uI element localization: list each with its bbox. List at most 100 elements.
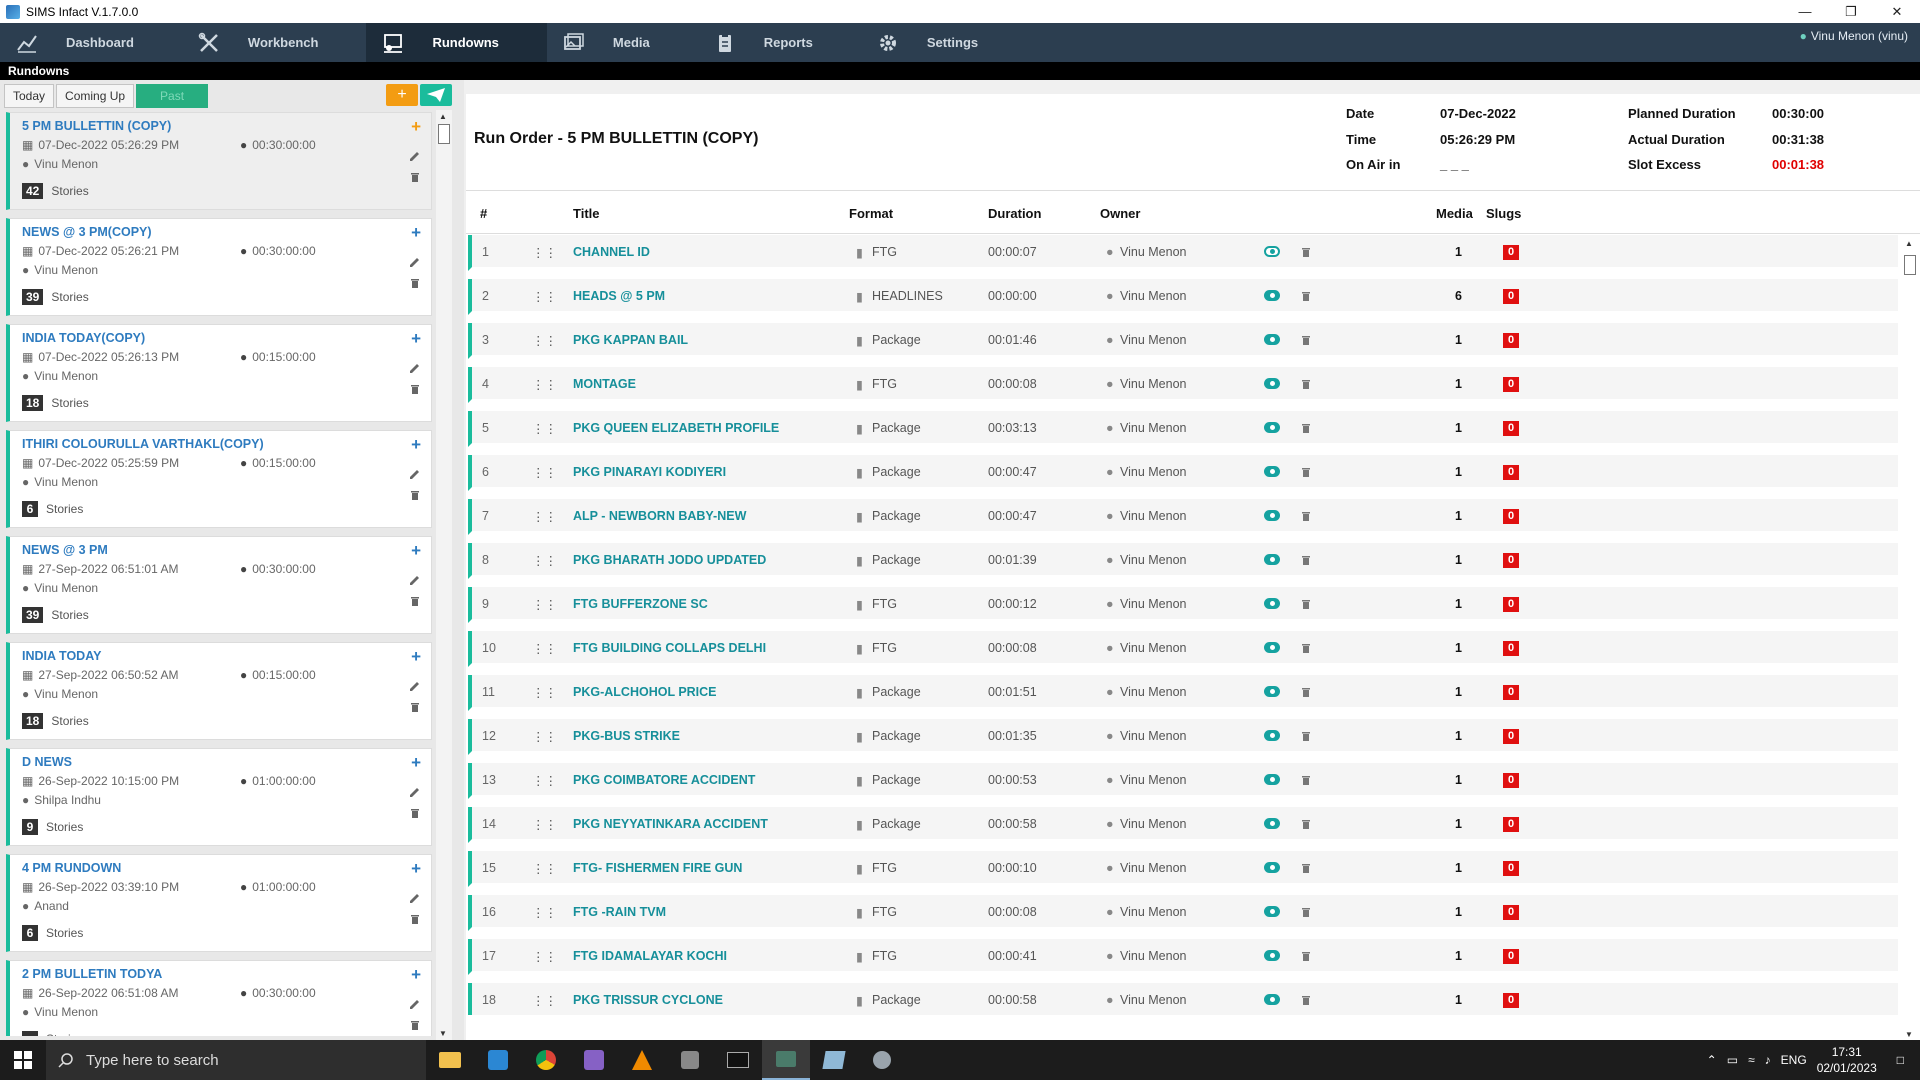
rundown-card[interactable]: INDIA TODAY ▦ 27-Sep-2022 06:50:52 AM ● 00… [6,642,432,740]
add-story-button[interactable]: + [411,859,421,879]
table-row[interactable]: 3 ⋮⋮ PKG KAPPAN BAIL ▮ Package 00:01:46 … [468,323,1898,359]
trash-icon[interactable] [1301,554,1311,565]
table-row[interactable]: 18 ⋮⋮ PKG TRISSUR CYCLONE ▮ Package 00:0… [468,983,1898,1015]
trash-icon[interactable] [1301,994,1311,1005]
vlc-icon[interactable] [618,1040,666,1080]
scroll-up-icon[interactable]: ▲ [439,112,447,121]
volume-icon[interactable]: ♪ [1765,1053,1771,1067]
close-button[interactable]: ✕ [1874,0,1920,23]
add-story-button[interactable]: + [411,541,421,561]
toggle-icon[interactable] [1264,598,1280,609]
story-title[interactable]: HEADS @ 5 PM [573,289,665,303]
edit-icon[interactable] [409,681,420,692]
drag-handle-icon[interactable]: ⋮⋮ [532,465,557,480]
col-title[interactable]: Title [573,206,600,221]
trash-icon[interactable] [1301,598,1311,609]
drag-handle-icon[interactable]: ⋮⋮ [532,333,557,348]
rundown-title[interactable]: NEWS @ 3 PM [22,543,108,557]
taskbar-search[interactable]: Type here to search [46,1040,426,1080]
trash-icon[interactable] [1301,642,1311,653]
story-title[interactable]: FTG BUFFERZONE SC [573,597,708,611]
notes-icon[interactable] [810,1040,858,1080]
table-row[interactable]: 11 ⋮⋮ PKG-ALCHOHOL PRICE ▮ Package 00:01… [468,675,1898,711]
trash-icon[interactable] [410,277,420,288]
rundown-title[interactable]: 5 PM BULLETTIN (COPY) [22,119,171,133]
story-title[interactable]: PKG TRISSUR CYCLONE [573,993,723,1007]
trash-icon[interactable] [1301,378,1311,389]
settings-app-icon[interactable] [858,1040,906,1080]
add-story-button[interactable]: + [411,329,421,349]
toggle-icon[interactable] [1264,994,1280,1005]
tab-past[interactable]: Past [136,84,209,108]
trash-icon[interactable] [1301,466,1311,477]
slug-count-badge[interactable]: 0 [1503,289,1519,304]
explorer-icon[interactable] [426,1040,474,1080]
edit-icon[interactable] [409,363,420,374]
story-title[interactable]: FTG- FISHERMEN FIRE GUN [573,861,742,875]
toggle-icon[interactable] [1264,334,1280,345]
toggle-icon[interactable] [1264,862,1280,873]
toggle-icon[interactable] [1264,730,1280,741]
trash-icon[interactable] [410,383,420,394]
story-title[interactable]: PKG PINARAYI KODIYERI [573,465,726,479]
col-format[interactable]: Format [849,206,893,221]
trash-icon[interactable] [1301,246,1311,257]
slug-count-badge[interactable]: 0 [1503,949,1519,964]
table-row[interactable]: 12 ⋮⋮ PKG-BUS STRIKE ▮ Package 00:01:35 … [468,719,1898,755]
rundown-card[interactable]: 4 PM RUNDOWN ▦ 26-Sep-2022 03:39:10 PM ● 0… [6,854,432,952]
nav-settings[interactable]: Settings [861,23,1026,62]
vscode-icon[interactable] [474,1040,522,1080]
wifi-icon[interactable]: ≈ [1748,1053,1755,1067]
trash-icon[interactable] [1301,730,1311,741]
drag-handle-icon[interactable]: ⋮⋮ [532,289,557,304]
drag-handle-icon[interactable]: ⋮⋮ [532,993,557,1008]
scroll-up-icon[interactable]: ▲ [1905,239,1913,248]
app-icon-2[interactable] [666,1040,714,1080]
table-row[interactable]: 9 ⋮⋮ FTG BUFFERZONE SC ▮ FTG 00:00:12 ● … [468,587,1898,623]
tray-chevron-icon[interactable]: ⌃ [1707,1053,1717,1067]
toggle-icon[interactable] [1264,774,1280,785]
story-title[interactable]: PKG COIMBATORE ACCIDENT [573,773,755,787]
trash-icon[interactable] [1301,818,1311,829]
story-title[interactable]: FTG -RAIN TVM [573,905,666,919]
drag-handle-icon[interactable]: ⋮⋮ [532,905,557,920]
slug-count-badge[interactable]: 0 [1503,333,1519,348]
rundown-title[interactable]: 4 PM RUNDOWN [22,861,121,875]
slug-count-badge[interactable]: 0 [1503,641,1519,656]
add-story-button[interactable]: + [411,435,421,455]
table-row[interactable]: 6 ⋮⋮ PKG PINARAYI KODIYERI ▮ Package 00:… [468,455,1898,491]
rundown-card[interactable]: NEWS @ 3 PM(COPY) ▦ 07-Dec-2022 05:26:21 … [6,218,432,316]
table-row[interactable]: 14 ⋮⋮ PKG NEYYATINKARA ACCIDENT ▮ Packag… [468,807,1898,843]
slug-count-badge[interactable]: 0 [1503,685,1519,700]
table-row[interactable]: 4 ⋮⋮ MONTAGE ▮ FTG 00:00:08 ● Vinu Menon… [468,367,1898,403]
rundown-title[interactable]: 2 PM BULLETIN TODYA [22,967,162,981]
drag-handle-icon[interactable]: ⋮⋮ [532,641,557,656]
rundown-title[interactable]: ITHIRI COLOURULLA VARTHAKL(COPY) [22,437,264,451]
toggle-icon[interactable] [1264,510,1280,521]
battery-icon[interactable]: ▭ [1727,1053,1738,1067]
nav-dashboard[interactable]: Dashboard [0,23,182,62]
trash-icon[interactable] [1301,950,1311,961]
drag-handle-icon[interactable]: ⋮⋮ [532,509,557,524]
rundown-card[interactable]: 2 PM BULLETIN TODYA ▦ 26-Sep-2022 06:51:0… [6,960,432,1036]
drag-handle-icon[interactable]: ⋮⋮ [532,773,557,788]
table-row[interactable]: 15 ⋮⋮ FTG- FISHERMEN FIRE GUN ▮ FTG 00:0… [468,851,1898,887]
maximize-button[interactable]: ❐ [1828,0,1874,23]
toggle-icon[interactable] [1264,466,1280,477]
slug-count-badge[interactable]: 0 [1503,773,1519,788]
trash-icon[interactable] [1301,686,1311,697]
trash-icon[interactable] [410,807,420,818]
drag-handle-icon[interactable]: ⋮⋮ [532,817,557,832]
slug-count-badge[interactable]: 0 [1503,465,1519,480]
toggle-icon[interactable] [1264,950,1280,961]
scroll-thumb[interactable] [1904,255,1916,275]
visualstudio-icon[interactable] [570,1040,618,1080]
story-title[interactable]: PKG QUEEN ELIZABETH PROFILE [573,421,779,435]
toggle-icon[interactable] [1264,422,1280,433]
story-title[interactable]: MONTAGE [573,377,636,391]
nav-reports[interactable]: Reports [698,23,861,62]
language-indicator[interactable]: ENG [1781,1053,1807,1067]
slug-count-badge[interactable]: 0 [1503,861,1519,876]
trash-icon[interactable] [410,171,420,182]
drag-handle-icon[interactable]: ⋮⋮ [532,729,557,744]
